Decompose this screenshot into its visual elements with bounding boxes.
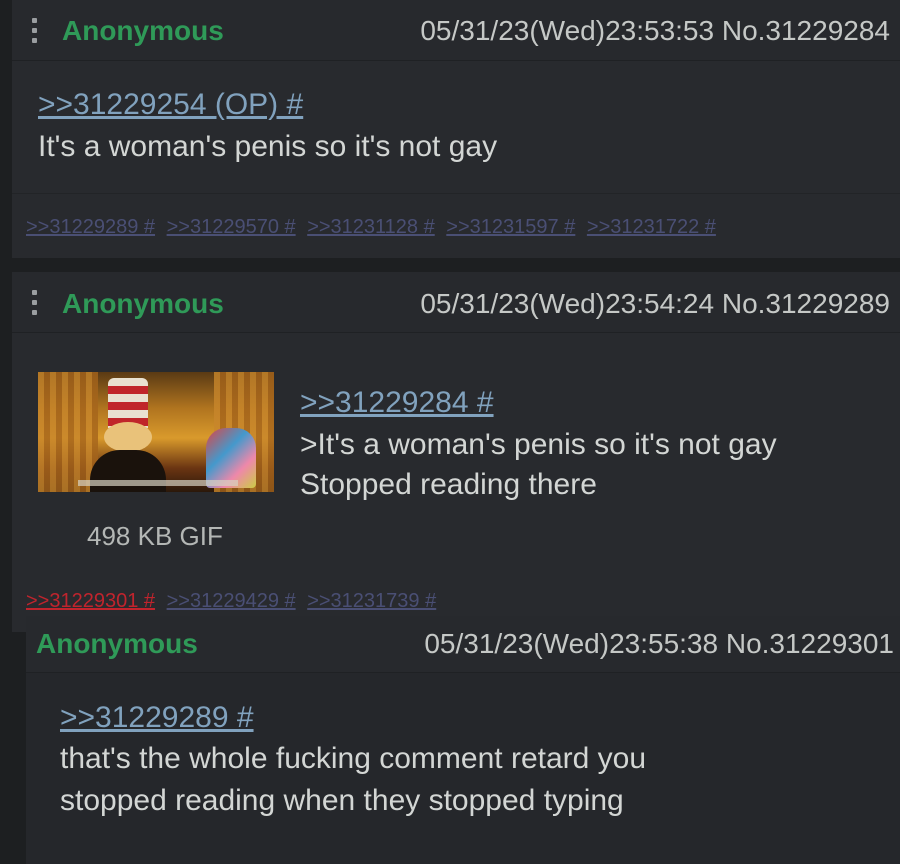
post-number[interactable]: No.31229289 — [722, 288, 890, 319]
post-31229301: Anonymous 05/31/23(Wed)23:55:38 No.31229… — [26, 616, 900, 864]
divider — [12, 193, 900, 194]
post-header: Anonymous 05/31/23(Wed)23:53:53 No.31229… — [12, 0, 900, 61]
post-meta: 05/31/23(Wed)23:53:53 No.31229284 — [420, 15, 890, 47]
backlinks: >>31229301 # >>31229429 # >>31231739 # — [26, 590, 442, 613]
post-thumbnail[interactable] — [38, 372, 274, 492]
post-31229284: Anonymous 05/31/23(Wed)23:53:53 No.31229… — [12, 0, 900, 258]
poster-name: Anonymous — [36, 628, 198, 659]
backlinks: >>31229289 # >>31229570 # >>31231128 # >… — [26, 216, 722, 239]
post-datetime: 05/31/23(Wed)23:53:53 — [420, 15, 715, 46]
menu-dots-icon[interactable] — [32, 18, 38, 43]
poster-name: Anonymous — [62, 288, 224, 319]
menu-dots-icon[interactable] — [32, 290, 38, 315]
greentext-line: >It's a woman's penis so it's not gay — [300, 428, 777, 461]
post-text-line: It's a woman's penis so it's not gay — [38, 130, 498, 163]
file-info: 498 KB GIF — [87, 521, 223, 551]
post-number[interactable]: No.31229301 — [726, 628, 894, 659]
post-datetime: 05/31/23(Wed)23:54:24 — [420, 288, 715, 319]
quote-link[interactable]: >>31229254 (OP) # — [38, 88, 303, 121]
post-header: Anonymous 05/31/23(Wed)23:54:24 No.31229… — [12, 272, 900, 333]
backlink[interactable]: >>31231597 # — [446, 216, 575, 238]
post-text-line: stopped reading when they stopped typing — [60, 784, 624, 817]
backlink-highlighted[interactable]: >>31229301 # — [26, 590, 155, 612]
post-body: >>31229254 (OP) # — [38, 88, 303, 122]
post-text-line: Stopped reading there — [300, 468, 597, 501]
poster-name: Anonymous — [62, 15, 224, 46]
backlink[interactable]: >>31229570 # — [167, 216, 296, 238]
post-datetime: 05/31/23(Wed)23:55:38 — [424, 628, 719, 659]
post-meta: 05/31/23(Wed)23:54:24 No.31229289 — [420, 288, 890, 320]
backlink[interactable]: >>31231722 # — [587, 216, 716, 238]
quote-link[interactable]: >>31229284 # — [300, 386, 494, 419]
post-meta: 05/31/23(Wed)23:55:38 No.31229301 — [424, 628, 894, 660]
post-header: Anonymous 05/31/23(Wed)23:55:38 No.31229… — [26, 616, 900, 673]
quote-link[interactable]: >>31229289 # — [60, 701, 254, 734]
post-number[interactable]: No.31229284 — [722, 15, 890, 46]
post-body: >>31229284 # — [300, 386, 494, 420]
post-body: >>31229289 # — [60, 701, 254, 735]
backlink[interactable]: >>31231739 # — [307, 590, 436, 612]
backlink[interactable]: >>31229429 # — [167, 590, 296, 612]
backlink[interactable]: >>31231128 # — [307, 216, 435, 238]
post-text-line: that's the whole fucking comment retard … — [60, 742, 647, 775]
backlink[interactable]: >>31229289 # — [26, 216, 155, 238]
